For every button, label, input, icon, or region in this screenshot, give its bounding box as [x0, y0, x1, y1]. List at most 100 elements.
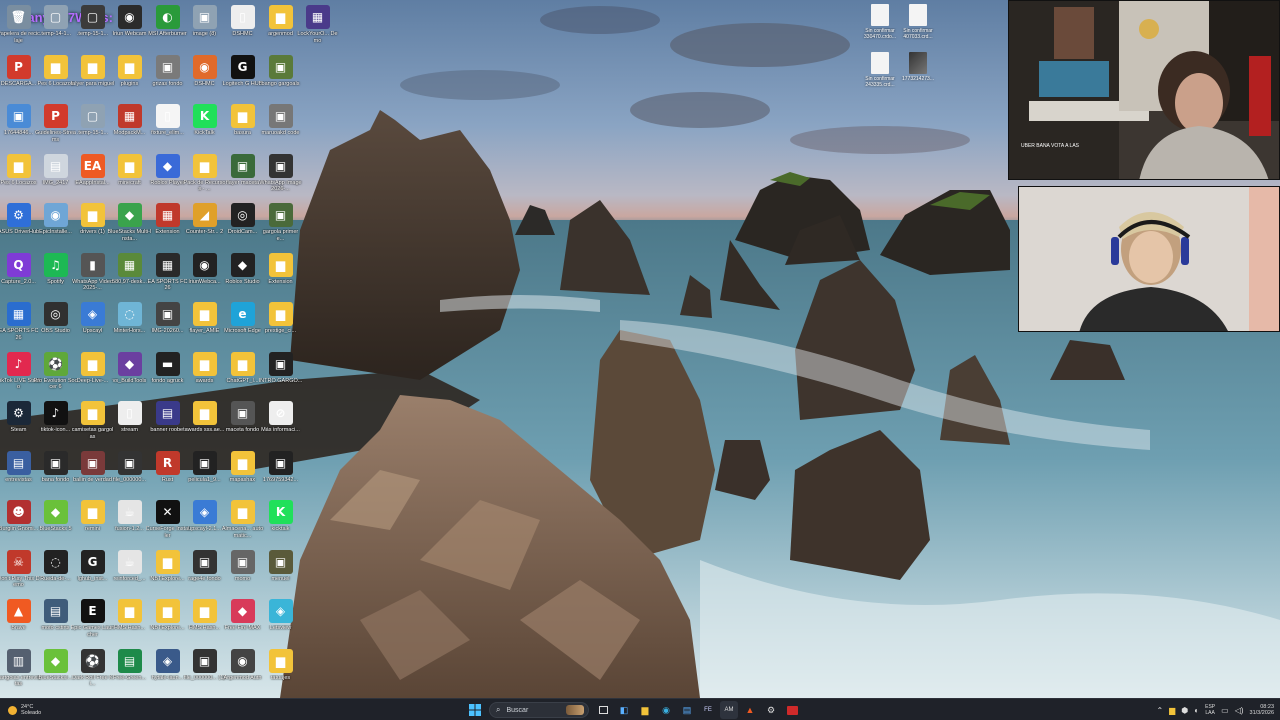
desktop-icon[interactable]: ▆ prestige_ci... — [262, 299, 299, 347]
desktop-icon[interactable]: ▆ plugins — [111, 52, 148, 100]
desktop-icon[interactable]: ▣ bana fondo — [37, 448, 74, 496]
desktop-icon[interactable]: ▣ gargola primer e... — [262, 200, 299, 248]
desktop-icon[interactable]: ▣ momo — [224, 547, 261, 595]
desktop-icon[interactable]: ♫ Spotify — [37, 250, 74, 298]
desktop-file[interactable]: Sin confirmar 330470.crdo... — [860, 4, 900, 52]
desktop-icon[interactable]: ▣ pelicula1_9... — [186, 448, 223, 496]
desktop-icon[interactable]: ▆ Pes 6 Locazos — [0, 151, 37, 199]
language-indicator[interactable]: ESP LAA — [1205, 704, 1215, 716]
desktop-icon[interactable]: ▣ INTRO GARGO... — [259, 349, 302, 397]
desktop-icon[interactable]: ▯ fixture_elim... — [149, 101, 186, 149]
desktop-icon[interactable]: ✕ CurseForge Installer — [146, 497, 189, 545]
desktop-icon[interactable]: P DESCARGA... — [0, 52, 37, 100]
desktop-icon[interactable]: ▢ .temp-15-1... — [74, 101, 111, 149]
desktop-icon[interactable]: ☠ Don't Play This Demo — [0, 547, 40, 595]
desktop-icon[interactable]: ▆ basura — [224, 101, 261, 149]
desktop-file[interactable]: 1773214273... — [898, 52, 938, 100]
weather-widget[interactable]: 24°C Soleado — [8, 701, 41, 719]
desktop-icon[interactable]: ◉ EpicInstalle... — [37, 200, 74, 248]
desktop-icon[interactable]: ▆ drivers (1) — [74, 200, 111, 248]
desktop-icon[interactable]: ◆ BlueStacks 5 — [37, 497, 74, 545]
desktop-icon[interactable]: ☻ Burglin Gnomi... — [0, 497, 38, 545]
desktop-icon[interactable]: ▣ grizas fondo — [149, 52, 186, 100]
desktop-icon[interactable]: ▆ falyer para miguel — [71, 52, 114, 100]
tray-security-icon[interactable]: ⬢ — [1181, 706, 1188, 715]
widgets-button[interactable]: ◧ — [615, 701, 633, 719]
desktop-icon[interactable]: ▤ Free-Green... — [111, 646, 148, 694]
desktop-icon[interactable]: ◎ DroidCam... — [224, 200, 261, 248]
desktop-icon[interactable]: ▦ LockYourO... Demo — [297, 2, 338, 50]
desktop-icon[interactable]: ▣ ballin de verdad — [73, 448, 112, 496]
desktop-icon[interactable]: ⚽ Pro Evolution Soccer 6 — [34, 349, 77, 397]
desktop-icon[interactable]: ▤ entrevistas — [0, 448, 37, 496]
desktop-icon[interactable]: ▣ maruoakd code — [262, 101, 299, 149]
store-button[interactable]: ▤ — [678, 701, 696, 719]
network-icon[interactable]: ▭ — [1221, 706, 1229, 715]
desktop-icon[interactable]: ◉ Argenmod Auth — [224, 646, 261, 694]
clock[interactable]: 08:23 31/3/2026 — [1250, 704, 1274, 717]
desktop-file[interactable]: Sin confirmar 243335.crd... — [860, 52, 900, 100]
tray-mic-icon[interactable]: ◐ — [1194, 706, 1199, 715]
desktop-icon[interactable]: ▦ EA SPORTS FC 26 — [148, 250, 187, 298]
desktop-icon[interactable]: ☕ fusion-1.2... — [111, 497, 148, 545]
desktop-icon[interactable]: ▆ Almacena... automatic... — [222, 497, 263, 545]
desktop-icon[interactable]: ▆ argenmod — [262, 2, 299, 50]
desktop-icon[interactable]: ◆ BlueStacksI... — [37, 646, 74, 694]
desktop-icon[interactable]: ▆ camisetas gargolas — [72, 398, 113, 446]
desktop-icon[interactable]: ▣ file_000000... — [111, 448, 148, 496]
desktop-icon[interactable]: ♪ TikTok LIVE Studio — [0, 349, 40, 397]
desktop-icon[interactable]: ▆ NBTExplore... — [149, 547, 186, 595]
desktop-icon[interactable]: ◎ OBS Studio — [37, 299, 74, 347]
desktop-icon[interactable]: ▢ .temp-14-1... — [37, 2, 74, 50]
desktop-icon[interactable]: ▆ minecraft — [111, 151, 148, 199]
desktop-icon[interactable]: ▲ Brave — [0, 596, 37, 644]
desktop-icon[interactable]: Q Capture_2.0... — [0, 250, 37, 298]
desktop-icon[interactable]: 🗑 Papelera de reciclaje — [0, 2, 40, 50]
desktop-icon[interactable]: ♪ tiktok-icon... — [37, 398, 74, 446]
fe-app-button[interactable]: FE — [699, 701, 717, 719]
desktop-icon[interactable]: ⚙ ASUS DriverHub — [0, 200, 39, 248]
desktop-icon[interactable]: ▣ image (8) — [186, 2, 223, 50]
desktop-icon[interactable]: ▥ gartgolas entrevistas — [0, 646, 40, 694]
desktop-icon[interactable]: ▦ EA SPORTS FC 26 — [0, 299, 38, 347]
desktop-icon[interactable]: ☕ reinforced_... — [111, 547, 148, 595]
desktop-icon[interactable]: ◈ Letsview — [262, 596, 299, 644]
desktop-icon[interactable]: ◈ upscayl-2.1... — [186, 497, 223, 545]
desktop-icon[interactable]: e Microsoft Edge — [224, 299, 261, 347]
desktop-icon[interactable]: ▯ stream — [111, 398, 148, 446]
desktop-icon[interactable]: ◆ BlueStacks Multi-Insta... — [108, 200, 152, 248]
desktop-icon[interactable]: ◌ MinterHors... — [111, 299, 148, 347]
desktop-icon[interactable]: ▣ rage4e fondo — [186, 547, 223, 595]
desktop-icon[interactable]: ▮ WhatsApp Video 2025-... — [72, 250, 113, 298]
desktop-icon[interactable]: ◆ Free Fire MAX — [224, 596, 261, 644]
desktop-icon[interactable]: ▆ awards sss.ae... — [185, 398, 224, 446]
taskbar-search-box[interactable]: ⌕ Buscar — [489, 702, 589, 718]
desktop-icon[interactable]: ▆ awards — [186, 349, 223, 397]
desktop-icon[interactable]: ▆ tatuajes — [262, 646, 299, 694]
desktop-icon[interactable]: ◌ Rueda-de-... — [37, 547, 74, 595]
desktop-icon[interactable]: ▣ 1769759342... — [262, 448, 299, 496]
desktop-icon[interactable]: ◆ Roblox Player — [149, 151, 186, 199]
desktop-icon[interactable]: G Logitech G HUB — [223, 52, 262, 100]
desktop-icon[interactable]: ▆ Extension — [262, 250, 299, 298]
desktop-icon[interactable]: ▣ maceta fondo — [224, 398, 261, 446]
desktop-icon[interactable]: ▯ DSHMC — [224, 2, 261, 50]
desktop-icon[interactable]: K KickTalk — [186, 101, 223, 149]
desktop-icon[interactable]: ▆ Pack de Recursos - ... — [184, 151, 225, 199]
desktop-icon[interactable]: Glghub_inst... — [74, 547, 111, 595]
start-button[interactable] — [466, 701, 484, 719]
desktop-icon[interactable]: ▦ 580,97-desk... — [111, 250, 148, 298]
desktop-icon[interactable]: ◆ Roblox Studio — [224, 250, 261, 298]
desktop-file[interactable]: Sin confirmar 407033.crd... — [898, 4, 938, 52]
desktop-icon[interactable]: ▣ bango gargoals — [262, 52, 299, 100]
obs-taskbar-button[interactable] — [783, 701, 801, 719]
desktop-icon[interactable]: ▆ mapashax — [224, 448, 261, 496]
desktop-icon[interactable]: ▣ WhatsApp Image 2026-... — [259, 151, 302, 199]
desktop-icon[interactable]: ▆ NBTExplore... — [149, 596, 186, 644]
desktop-icon[interactable]: ⊘ Más informaci... — [261, 398, 300, 446]
armoury-button[interactable]: AM — [720, 701, 738, 719]
desktop-icon[interactable]: EA EAappInstal... — [74, 151, 111, 199]
desktop-icon[interactable]: ◐ MSI Afterburner — [148, 2, 187, 50]
chevron-up-icon[interactable]: ⌃ — [1156, 706, 1163, 715]
desktop-icon[interactable]: E Epic Games Launcher — [71, 596, 114, 644]
